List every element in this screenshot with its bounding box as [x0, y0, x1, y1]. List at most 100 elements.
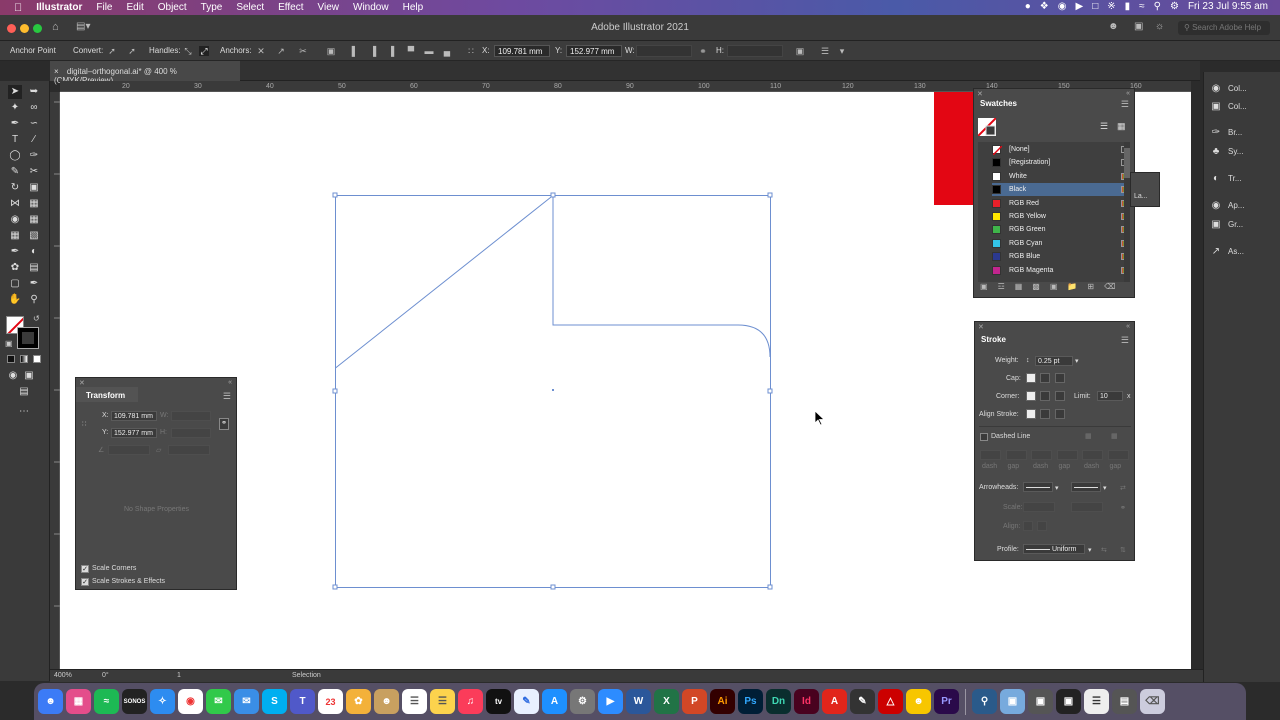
indesign-icon[interactable]: Id — [794, 689, 819, 714]
eye-icon[interactable]: ◉ — [1058, 1, 1067, 12]
edit-toolbar-icon[interactable]: ⋯ — [17, 405, 31, 419]
chevron-down-icon[interactable]: ▾ — [837, 46, 847, 56]
control-y-field[interactable]: 152.977 mm — [566, 45, 622, 57]
zoom-level[interactable]: 400% — [54, 672, 72, 679]
dock-appearance-button[interactable]: ◉ Ap... — [1210, 197, 1278, 213]
fill-stroke-indicator[interactable] — [978, 118, 996, 136]
premiere-icon[interactable]: Pr — [934, 689, 959, 714]
dock-brushes-button[interactable]: ✑ Br... — [1210, 124, 1278, 140]
menubar-clock[interactable]: Fri 23 Jul 9:55 am — [1188, 1, 1268, 12]
layers-panel-collapsed[interactable]: La... — [1130, 172, 1160, 207]
safari-icon[interactable]: ✧ — [150, 689, 175, 714]
isolate-icon[interactable]: ▣ — [326, 46, 336, 56]
dock-color-button[interactable]: ◉ Col... — [1210, 80, 1278, 96]
align-middle-icon[interactable]: ▬ — [424, 46, 434, 56]
zoom-tool-icon[interactable]: ⚲ — [27, 293, 41, 307]
system-preferences-icon[interactable]: ⚙ — [570, 689, 595, 714]
pen-tool-icon[interactable]: ✒ — [8, 117, 22, 131]
contacts-icon[interactable]: ☻ — [374, 689, 399, 714]
messages-icon[interactable]: ✉ — [206, 689, 231, 714]
swatch-item[interactable]: [Registration] — [992, 156, 1134, 169]
align-left-icon[interactable]: ▌ — [350, 46, 360, 56]
magic-wand-tool-icon[interactable]: ✦ — [8, 101, 22, 115]
gradient-mode-icon[interactable] — [20, 355, 28, 363]
convert-corner-icon[interactable]: ➚ — [107, 46, 117, 56]
curvature-tool-icon[interactable]: ∽ — [27, 117, 41, 131]
quicktime-icon[interactable]: ⚲ — [972, 689, 997, 714]
app-store-icon[interactable]: A — [542, 689, 567, 714]
gradient-tool-icon[interactable]: ▧ — [27, 229, 41, 243]
swatch-item[interactable]: RGB Yellow — [992, 210, 1134, 223]
swatch-kind-icon[interactable]: ☲ — [998, 282, 1005, 294]
spotlight-search-icon[interactable]: ⚲ — [1154, 1, 1161, 12]
transform-h-field[interactable] — [171, 428, 211, 438]
menu-object[interactable]: Object — [158, 2, 187, 13]
dock-graphic-styles-button[interactable]: ▣ Gr... — [1210, 216, 1278, 232]
align-outside-button[interactable] — [1055, 409, 1065, 419]
constrain-proportions-icon[interactable]: ⚭ — [219, 418, 229, 430]
app-menu[interactable]: Illustrator — [36, 2, 82, 13]
acrobat-icon[interactable]: A — [822, 689, 847, 714]
dimension-icon[interactable]: Dn — [766, 689, 791, 714]
align-bottom-icon[interactable]: ▄ — [442, 46, 452, 56]
transform-icon[interactable]: ▣ — [795, 46, 805, 56]
zoom-icon[interactable]: ▶ — [598, 689, 623, 714]
artboard-tool-icon[interactable]: ▢ — [8, 277, 22, 291]
list-view-icon[interactable]: ☰ — [1100, 121, 1108, 132]
dash-gap-field[interactable] — [1031, 450, 1052, 460]
dash-gap-field[interactable] — [1005, 450, 1027, 460]
document-thumb-icon[interactable]: ▤ — [1112, 689, 1137, 714]
swap-fill-stroke-icon[interactable]: ↺ — [33, 314, 40, 323]
screenshot-icon[interactable]: ▣ — [1028, 689, 1053, 714]
direct-selection-tool-icon[interactable]: ➥ — [27, 85, 41, 99]
dash-gap-field[interactable] — [1082, 450, 1103, 460]
eyedropper-tool-icon[interactable]: ✒ — [8, 245, 22, 259]
remove-anchor-icon[interactable]: ✕ — [256, 46, 266, 56]
close-tab-icon[interactable]: × — [54, 67, 59, 76]
show-handles-icon[interactable]: ⤡ — [183, 46, 193, 56]
word-icon[interactable]: W — [626, 689, 651, 714]
none-mode-icon[interactable] — [33, 355, 41, 363]
draw-mode-icon[interactable]: ◉ — [6, 369, 20, 383]
new-group-icon[interactable]: 📁 — [1067, 282, 1077, 294]
align-right-icon[interactable]: ▐ — [386, 46, 396, 56]
panel-menu-icon[interactable]: ☰ — [1121, 335, 1129, 346]
wifi-icon[interactable]: ≈ — [1139, 1, 1145, 12]
photoshop-icon[interactable]: Ps — [738, 689, 763, 714]
menu-file[interactable]: File — [96, 2, 112, 13]
color-mode-icon[interactable] — [7, 355, 15, 363]
paintbrush-tool-icon[interactable]: ✑ — [27, 149, 41, 163]
apple-menu-icon[interactable]:  — [14, 2, 22, 14]
control-x-field[interactable]: 109.781 mm — [494, 45, 550, 57]
blend-tool-icon[interactable]: ◐ — [27, 245, 41, 259]
menu-window[interactable]: Window — [353, 2, 389, 13]
swatch-item[interactable]: RGB Blue — [992, 250, 1134, 263]
swatch-item[interactable]: RGB Magenta — [992, 264, 1134, 277]
symbol-sprayer-tool-icon[interactable]: ✿ — [8, 261, 22, 275]
align-center-button[interactable] — [1026, 409, 1036, 419]
end-arrowhead-select[interactable] — [1071, 482, 1101, 492]
transform-w-field[interactable] — [171, 411, 211, 421]
help-search-input[interactable]: ⚲ Search Adobe Help — [1178, 21, 1270, 35]
spotify-icon[interactable]: ≈ — [94, 689, 119, 714]
panel-menu-icon[interactable]: ☰ — [1121, 99, 1129, 110]
start-arrowhead-select[interactable] — [1023, 482, 1053, 492]
chevron-down-icon[interactable]: ▾ — [1103, 484, 1107, 492]
more-options-icon[interactable]: ☰ — [820, 46, 830, 56]
width-tool-icon[interactable]: ⋈ — [8, 197, 22, 211]
preview-icon[interactable]: ▣ — [1000, 689, 1025, 714]
menu-help[interactable]: Help — [403, 2, 424, 13]
mail-icon[interactable]: ✉ — [234, 689, 259, 714]
reference-point-icon[interactable]: ∷ — [82, 420, 86, 428]
butt-cap-button[interactable] — [1026, 373, 1036, 383]
panel-close-icon[interactable]: ✕ — [977, 90, 983, 98]
cut-path-icon[interactable]: ✂ — [298, 46, 308, 56]
current-tool-status[interactable]: Selection — [292, 672, 321, 679]
illustrator-icon[interactable]: Ai — [710, 689, 735, 714]
flip-across-icon[interactable]: ⇅ — [1120, 546, 1126, 554]
chevron-down-icon[interactable]: ▾ — [1088, 546, 1092, 554]
dash-gap-field[interactable] — [980, 450, 1001, 460]
scale-corners-checkbox[interactable]: ✓ — [81, 565, 89, 573]
panel-collapse-icon[interactable]: « — [1126, 323, 1130, 330]
scale-strokes-checkbox[interactable]: ✓ — [81, 578, 89, 586]
